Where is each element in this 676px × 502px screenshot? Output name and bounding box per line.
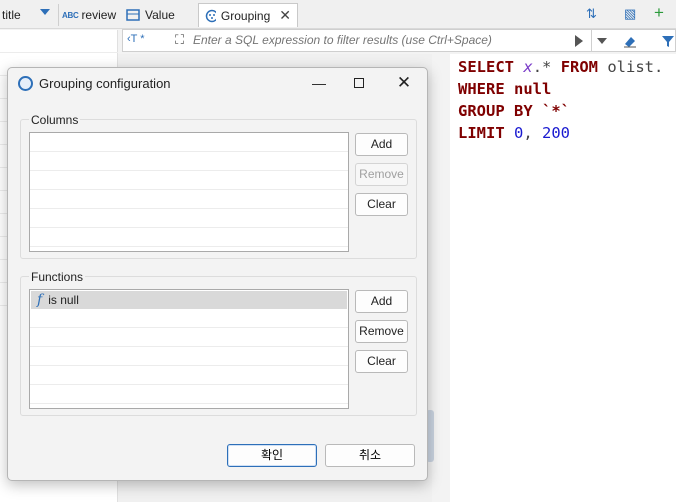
tab-grouping-label: Grouping bbox=[220, 8, 271, 23]
apply-filter-icon[interactable] bbox=[575, 35, 583, 47]
functions-group: Functions f is null Add Remove Clear bbox=[20, 270, 417, 416]
ok-button[interactable]: 확인 bbox=[227, 444, 317, 467]
column-header-title[interactable]: title bbox=[0, 4, 58, 26]
divider bbox=[58, 4, 59, 26]
close-button[interactable]: ✕ bbox=[389, 72, 419, 94]
columns-clear-button[interactable]: Clear bbox=[355, 193, 408, 216]
functions-add-button[interactable]: Add bbox=[355, 290, 408, 313]
maximize-icon bbox=[354, 78, 364, 88]
columns-label: Columns bbox=[29, 113, 81, 127]
filter-input[interactable] bbox=[193, 33, 573, 47]
columns-list[interactable] bbox=[29, 132, 349, 252]
sort-settings-icon[interactable]: ⇅ bbox=[586, 6, 597, 22]
filter-bar: ‹T * ⛶ bbox=[122, 29, 676, 52]
filter-icon[interactable] bbox=[661, 34, 675, 48]
columns-group: Columns Add Remove Clear bbox=[20, 113, 417, 259]
functions-remove-button[interactable]: Remove bbox=[355, 320, 408, 343]
close-tab-icon[interactable]: ✕ bbox=[279, 7, 291, 24]
sql-line-1: SELECT x.* FROM olist. bbox=[458, 58, 664, 76]
filter-history-icon[interactable]: ‹T * bbox=[127, 33, 145, 45]
delete-layout-icon[interactable]: ▧ bbox=[624, 6, 636, 22]
column-header-title-label: title bbox=[2, 8, 21, 22]
columns-add-button[interactable]: Add bbox=[355, 133, 408, 156]
column-header-review-label: review bbox=[81, 8, 117, 22]
app-icon bbox=[18, 76, 33, 91]
sql-line-4: LIMIT 0, 200 bbox=[458, 124, 571, 142]
minimize-button[interactable]: — bbox=[304, 72, 334, 94]
sql-query-view: SELECT x.* FROM olist. WHERE null GROUP … bbox=[450, 54, 676, 502]
sql-line-2: WHERE null bbox=[458, 80, 552, 98]
function-icon: f bbox=[37, 292, 43, 308]
results-toolbar: title ABC review Value Grouping ✕ ⇅ ▧ + bbox=[0, 0, 676, 29]
grouping-icon bbox=[205, 9, 216, 22]
tab-value-label: Value bbox=[145, 8, 175, 22]
list-item[interactable]: f is null bbox=[31, 291, 347, 309]
function-item-label: is null bbox=[48, 293, 79, 307]
value-panel-icon bbox=[126, 9, 140, 21]
grouping-configuration-dialog: Grouping configuration — ✕ Columns Add R… bbox=[7, 67, 428, 481]
tab-value[interactable]: Value bbox=[120, 3, 181, 27]
filter-history-dropdown[interactable] bbox=[591, 30, 611, 51]
functions-list[interactable]: f is null bbox=[29, 289, 349, 409]
column-header-review[interactable]: ABC review bbox=[62, 4, 116, 26]
dialog-titlebar[interactable]: Grouping configuration — ✕ bbox=[8, 68, 427, 98]
maximize-button[interactable] bbox=[344, 72, 374, 94]
functions-clear-button[interactable]: Clear bbox=[355, 350, 408, 373]
expand-icon[interactable]: ⛶ bbox=[175, 32, 184, 48]
cancel-button[interactable]: 취소 bbox=[325, 444, 415, 467]
column-dropdown-icon[interactable] bbox=[40, 9, 50, 15]
abc-type-icon: ABC bbox=[62, 10, 79, 20]
sql-line-3: GROUP BY `*` bbox=[458, 102, 570, 120]
eraser-icon[interactable] bbox=[623, 34, 637, 48]
tab-grouping[interactable]: Grouping ✕ bbox=[198, 3, 298, 27]
dialog-title: Grouping configuration bbox=[39, 76, 171, 91]
functions-label: Functions bbox=[29, 270, 86, 284]
add-icon[interactable]: + bbox=[654, 3, 664, 23]
columns-remove-button[interactable]: Remove bbox=[355, 163, 408, 186]
